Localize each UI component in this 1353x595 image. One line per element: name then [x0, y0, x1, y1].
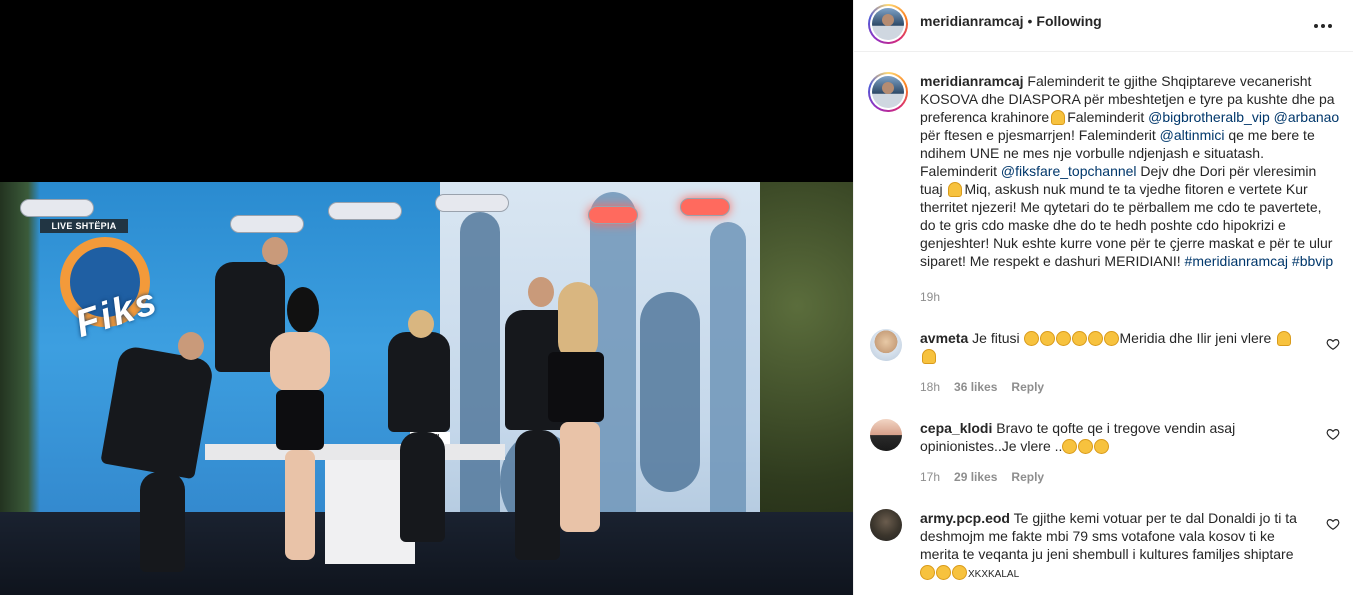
person-legs [285, 450, 315, 560]
comment-username[interactable]: avmeta [920, 330, 968, 346]
comment-segment: Meridia dhe Ilir jeni vlere [1119, 330, 1276, 346]
reply-button[interactable]: Reply [1011, 380, 1044, 394]
heat-lamp [680, 198, 730, 216]
person-head [408, 310, 434, 338]
studio-light [328, 202, 402, 220]
instagram-post-view: Fiks LIVE SHTËPIA DEVI [0, 0, 1353, 595]
avatar-border [870, 74, 906, 110]
studio-light [230, 215, 304, 233]
avatar-border [870, 6, 906, 42]
comment-text: cepa_klodi Bravo te qofte qe i tregove v… [920, 419, 1315, 455]
clapping-hands-emoji [1078, 439, 1094, 454]
heart-icon[interactable] [1326, 517, 1340, 531]
comment-username[interactable]: army.pcp.eod [920, 510, 1010, 526]
person-legs [515, 430, 560, 560]
desk-top [205, 444, 505, 460]
avatar-image [872, 76, 904, 108]
folded-hands-emoji [922, 349, 936, 364]
mention-link[interactable]: @bigbrotheralb_vip [1148, 109, 1270, 125]
clapping-hands-emoji [1071, 331, 1087, 346]
header-user-line: meridianramcaj • Following [920, 13, 1102, 31]
mention-link[interactable]: @arbanao [1274, 109, 1340, 125]
person-legs [400, 432, 445, 542]
comment-time[interactable]: 18h [920, 380, 940, 394]
clapping-hands-emoji [1055, 331, 1071, 346]
video-frame: Fiks LIVE SHTËPIA DEVI [0, 182, 853, 595]
person-legs [140, 472, 185, 572]
heart-icon[interactable] [1326, 337, 1340, 351]
comment-segment: xkxkalal [968, 569, 1020, 580]
studio-light [435, 194, 509, 212]
more-options-button[interactable] [1311, 14, 1335, 38]
person-legs [560, 422, 600, 532]
comment-text: avmeta Je fitusi Meridia dhe Ilir jeni v… [920, 329, 1315, 365]
clapping-hands-emoji [1039, 331, 1055, 346]
comment-meta: 17h 29 likes Reply [920, 470, 1044, 484]
caption-author-avatar[interactable] [868, 72, 908, 112]
person-torso [270, 332, 330, 392]
caption-username[interactable]: meridianramcaj [920, 73, 1024, 89]
person-head [178, 332, 204, 360]
comment-text: army.pcp.eod Te gjithe kemi votuar per t… [920, 509, 1315, 584]
comment-meta: 18h 36 likes Reply [920, 380, 1044, 394]
person-head [262, 237, 288, 265]
clapping-hands-emoji [920, 565, 935, 580]
person-dress [548, 352, 604, 422]
person-hair [558, 282, 598, 362]
clapping-hands-emoji [952, 565, 967, 580]
folded-hands-emoji [1277, 331, 1292, 346]
live-badge: LIVE SHTËPIA [40, 219, 128, 233]
heart-icon[interactable] [1326, 427, 1340, 441]
commenter-avatar[interactable] [870, 509, 902, 541]
hashtag-link[interactable]: #meridianramcaj [1185, 253, 1288, 269]
commenter-avatar[interactable] [870, 329, 902, 361]
person-head [528, 277, 554, 307]
clapping-hands-emoji [1094, 439, 1110, 454]
post-media-video[interactable]: Fiks LIVE SHTËPIA DEVI [0, 0, 853, 595]
clapping-hands-emoji [1062, 439, 1078, 454]
caption-text: meridianramcaj Faleminderit te gjithe Sh… [920, 72, 1340, 270]
post-header: meridianramcaj • Following [854, 0, 1353, 52]
person-suit-clapping [388, 332, 450, 432]
folded-hands-emoji [948, 182, 963, 197]
clapping-hands-emoji [936, 565, 951, 580]
mention-link[interactable]: @fiksfare_topchannel [1001, 163, 1137, 179]
heat-lamp [588, 206, 638, 224]
caption-timestamp[interactable]: 19h [920, 290, 940, 304]
studio-light [20, 199, 94, 217]
clapping-hands-emoji [1023, 331, 1039, 346]
reply-button[interactable]: Reply [1011, 470, 1044, 484]
caption-segment: Faleminderit [1067, 109, 1149, 125]
post-side-panel: meridianramcaj • Following meridianramcaj … [853, 0, 1353, 595]
comment-segment: Je fitusi [972, 330, 1024, 346]
cactus-shape [640, 292, 700, 492]
comment-likes[interactable]: 36 likes [954, 380, 997, 394]
clapping-hands-emoji [1087, 331, 1103, 346]
comment-time[interactable]: 17h [920, 470, 940, 484]
comment-username[interactable]: cepa_klodi [920, 420, 992, 436]
mention-link[interactable]: @altinmici [1160, 127, 1225, 143]
person-hair [287, 287, 319, 333]
person-suit-left [100, 344, 215, 480]
more-horizontal-icon [1328, 24, 1332, 28]
author-username[interactable]: meridianramcaj [920, 13, 1024, 29]
more-horizontal-icon [1314, 24, 1318, 28]
person-skirt [276, 390, 324, 450]
clapping-hands-emoji [1103, 331, 1119, 346]
following-button[interactable]: Following [1036, 13, 1101, 29]
commenter-avatar[interactable] [870, 419, 902, 451]
more-horizontal-icon [1321, 24, 1325, 28]
caption-segment: për ftesen e pjesmarrjen! Faleminderit [920, 127, 1160, 143]
folded-hands-emoji [1051, 110, 1066, 125]
separator-dot: • [1027, 13, 1033, 29]
avatar-image [872, 8, 904, 40]
hashtag-link[interactable]: #bbvip [1292, 253, 1333, 269]
comment-likes[interactable]: 29 likes [954, 470, 997, 484]
author-avatar[interactable] [868, 4, 908, 44]
